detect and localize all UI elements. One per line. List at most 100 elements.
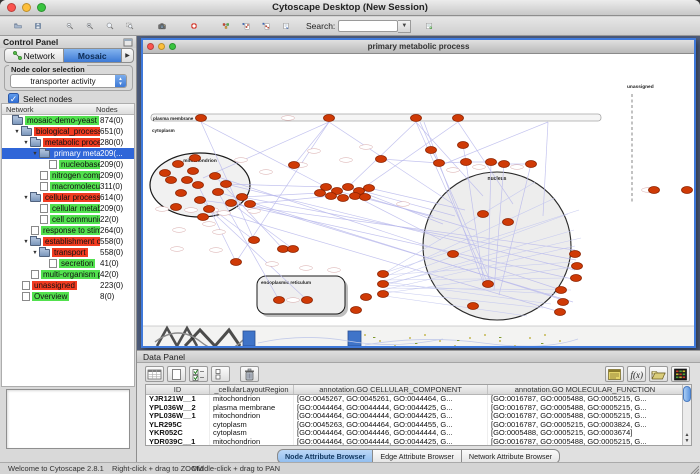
zoom-fit-button[interactable] — [100, 18, 120, 35]
network-snapshot-button[interactable] — [152, 18, 172, 35]
attribute-report-button[interactable] — [605, 366, 624, 382]
network-node[interactable] — [288, 246, 299, 253]
network-node[interactable] — [503, 219, 514, 226]
import-network-table-button[interactable] — [256, 18, 276, 35]
expander-icon[interactable]: ▼ — [13, 129, 21, 135]
tree-row[interactable]: cell communicat22(0) — [2, 214, 134, 225]
save-session-button[interactable] — [28, 18, 48, 35]
network-node[interactable] — [190, 155, 201, 162]
tab-network[interactable]: Network — [4, 48, 63, 63]
tree-row[interactable]: ▼cellular process614(0) — [2, 192, 134, 203]
network-node[interactable] — [182, 177, 193, 184]
table-row[interactable]: YLR295Ccytoplasm[GO:0045263, GO:0044464,… — [146, 421, 682, 430]
network-node[interactable] — [173, 161, 184, 168]
network-node[interactable] — [210, 173, 221, 180]
open-session-button[interactable] — [8, 18, 28, 35]
annotation-button[interactable] — [276, 18, 296, 35]
network-node[interactable] — [483, 281, 494, 288]
scrollbar-thumb[interactable] — [683, 386, 691, 402]
network-node[interactable] — [448, 251, 459, 258]
network-node[interactable] — [526, 161, 537, 168]
network-canvas-svg[interactable]: plasma membranecytoplasmnucleusmitochond… — [143, 54, 694, 346]
table-row[interactable]: YPL036W__1mitochondrion[GO:0044464, GO:0… — [146, 412, 682, 421]
zoom-out-button[interactable] — [60, 18, 80, 35]
network-node[interactable] — [166, 177, 177, 184]
tree-row[interactable]: nucleobase-209(0) — [2, 159, 134, 170]
network-node[interactable] — [378, 291, 389, 298]
delete-attribute-button[interactable] — [240, 366, 259, 382]
network-node[interactable] — [434, 160, 445, 167]
network-node[interactable] — [289, 162, 300, 169]
network-node[interactable] — [378, 271, 389, 278]
search-dropdown-button[interactable]: ▼ — [398, 20, 411, 33]
tree-row[interactable]: macromolecule311(0) — [2, 181, 134, 192]
network-window-titlebar[interactable]: primary metabolic process — [143, 40, 694, 54]
network-node[interactable] — [360, 194, 371, 201]
tree-row[interactable]: Overview8(0) — [2, 291, 134, 302]
network-node[interactable] — [278, 246, 289, 253]
column-header[interactable]: annotation.GO CELLULAR_COMPONENT — [294, 385, 488, 394]
expander-icon[interactable]: ▼ — [22, 195, 30, 201]
unselect-all-attributes-button[interactable] — [211, 366, 230, 382]
column-header[interactable]: _cellularLayoutRegion — [210, 385, 294, 394]
network-node[interactable] — [411, 115, 422, 122]
network-node[interactable] — [499, 161, 510, 168]
resize-grip-icon[interactable] — [689, 464, 699, 474]
network-node[interactable] — [226, 200, 237, 207]
attribute-select-button[interactable] — [145, 366, 164, 382]
tree-row[interactable]: mosaic-demo-yeast874(0) — [2, 115, 134, 126]
tree-row[interactable]: secretion41(0) — [2, 258, 134, 269]
heatmap-view-button[interactable] — [671, 366, 690, 382]
network-node[interactable] — [160, 170, 171, 177]
table-row[interactable]: YJR121W__1mitochondrion[GO:0045267, GO:0… — [146, 395, 682, 404]
import-attributes-button[interactable] — [419, 18, 439, 35]
network-node[interactable] — [237, 194, 248, 201]
network-node[interactable] — [198, 214, 209, 221]
network-node[interactable] — [231, 259, 242, 266]
tree-row[interactable]: ▼primary metabo209(... — [2, 148, 134, 159]
network-node[interactable] — [364, 185, 375, 192]
network-node[interactable] — [193, 182, 204, 189]
network-node[interactable] — [274, 297, 285, 304]
new-network-button[interactable] — [216, 18, 236, 35]
import-attribute-file-button[interactable] — [649, 366, 668, 382]
network-node[interactable] — [188, 168, 199, 175]
table-row[interactable]: YDR039C__1mitochondrion[GO:0044464, GO:0… — [146, 438, 682, 445]
zoom-in-button[interactable] — [80, 18, 100, 35]
tree-row[interactable]: ▼establishment of lo558(0) — [2, 236, 134, 247]
network-node[interactable] — [351, 307, 362, 314]
search-input[interactable] — [338, 20, 398, 32]
network-node[interactable] — [171, 204, 182, 211]
network-node[interactable] — [204, 206, 215, 213]
tab-mosaic[interactable]: Mosaic — [63, 48, 122, 63]
float-panel-icon[interactable] — [123, 38, 133, 47]
birdseye-view[interactable] — [6, 389, 130, 449]
help-button[interactable] — [184, 18, 204, 35]
network-node[interactable] — [426, 147, 437, 154]
select-all-attributes-button[interactable] — [189, 366, 208, 382]
window-titlebar[interactable]: Cytoscape Desktop (New Session) — [0, 0, 700, 16]
network-node[interactable] — [556, 287, 567, 294]
node-color-dropdown[interactable]: transporter activity ▲▼ — [10, 74, 127, 88]
network-node[interactable] — [378, 281, 389, 288]
function-builder-button[interactable]: f(x) — [627, 366, 646, 382]
tree-row[interactable]: unassigned223(0) — [2, 280, 134, 291]
network-node[interactable] — [468, 303, 479, 310]
tree-row[interactable]: response to stimul264(0) — [2, 225, 134, 236]
network-node[interactable] — [196, 115, 207, 122]
network-window[interactable]: primary metabolic process plasma membran… — [141, 38, 696, 348]
tree-row[interactable]: cellular metabo209(0) — [2, 203, 134, 214]
network-node[interactable] — [558, 299, 569, 306]
import-network-button[interactable] — [236, 18, 256, 35]
network-node[interactable] — [453, 115, 464, 122]
network-node[interactable] — [572, 263, 583, 270]
network-node[interactable] — [486, 159, 497, 166]
column-header[interactable]: annotation.GO MOLECULAR_FUNCTION — [488, 385, 682, 394]
network-node[interactable] — [343, 184, 354, 191]
network-node[interactable] — [326, 193, 337, 200]
expander-icon[interactable]: ▼ — [22, 140, 30, 146]
expander-icon[interactable]: ▼ — [31, 151, 39, 157]
tree-row[interactable]: multi-organism pro42(0) — [2, 269, 134, 280]
table-scrollbar[interactable]: ▲▼ — [682, 385, 691, 445]
network-node[interactable] — [461, 159, 472, 166]
